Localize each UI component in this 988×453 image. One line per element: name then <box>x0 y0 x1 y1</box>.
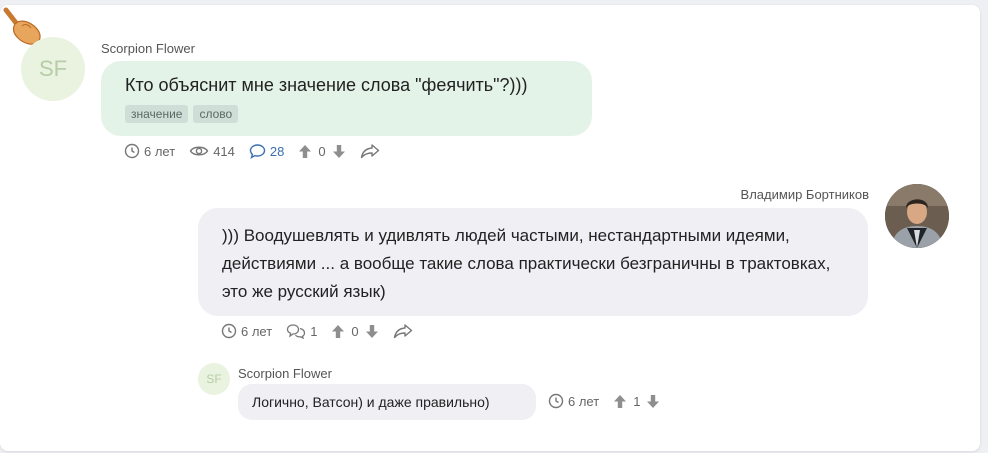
comment-text[interactable]: Логично, Ватсон) и даже правильно) <box>252 394 490 410</box>
question-meta: 6 лет 414 28 0 <box>124 143 394 159</box>
share-button[interactable] <box>393 323 413 339</box>
tag[interactable]: значение <box>125 105 189 123</box>
answers-count: 28 <box>269 143 285 159</box>
comment-age: 6 лет <box>548 393 599 409</box>
avatar[interactable]: SF <box>198 363 230 395</box>
answer-meta: 6 лет 1 0 <box>221 323 427 339</box>
question-vote: 0 <box>298 144 345 159</box>
vote-count: 0 <box>318 143 326 159</box>
comment-vote: 1 <box>613 394 660 409</box>
age-label: 6 лет <box>144 143 176 159</box>
avatar-initials: SF <box>206 372 222 386</box>
comment-author[interactable]: Scorpion Flower <box>238 366 332 381</box>
avatar[interactable] <box>885 184 949 248</box>
arrow-down-icon[interactable] <box>332 144 346 159</box>
comments-link[interactable]: 1 <box>286 323 317 339</box>
question-bubble: Кто объяснит мне значение слова "феячить… <box>101 61 592 136</box>
eye-icon <box>189 146 209 156</box>
clock-icon <box>221 323 237 339</box>
clock-icon <box>548 393 564 409</box>
avatar-initials: SF <box>38 56 68 81</box>
answer-age: 6 лет <box>221 323 272 339</box>
share-icon <box>360 144 379 159</box>
share-button[interactable] <box>360 143 380 159</box>
answers-link[interactable]: 28 <box>249 143 284 159</box>
question-author[interactable]: Scorpion Flower <box>101 41 195 56</box>
age-label: 6 лет <box>568 393 600 409</box>
views-count: 414 <box>213 143 235 159</box>
comments-icon <box>287 324 306 339</box>
comments-count: 1 <box>310 323 318 339</box>
vote-count: 1 <box>633 393 641 409</box>
clock-icon <box>124 143 140 159</box>
comment-bubble: Логично, Ватсон) и даже правильно) <box>238 384 536 420</box>
answer-text[interactable]: ))) Воодушевлять и удивлять людей частым… <box>222 222 842 306</box>
question-views: 414 <box>189 143 235 159</box>
question-age: 6 лет <box>124 143 175 159</box>
arrow-down-icon[interactable] <box>365 324 379 339</box>
share-icon <box>393 324 412 339</box>
arrow-down-icon[interactable] <box>646 394 660 409</box>
arrow-up-icon[interactable] <box>613 394 627 409</box>
tag-list: значение слово <box>125 105 239 123</box>
arrow-up-icon[interactable] <box>331 324 345 339</box>
vote-count: 0 <box>351 323 359 339</box>
answer-bubble: ))) Воодушевлять и удивлять людей частым… <box>198 208 868 316</box>
avatar-photo <box>885 184 949 248</box>
age-label: 6 лет <box>241 323 273 339</box>
question-text[interactable]: Кто объяснит мне значение слова "феячить… <box>125 75 528 96</box>
tag[interactable]: слово <box>193 105 239 123</box>
answer-vote: 0 <box>331 324 378 339</box>
avatar[interactable]: SF <box>21 37 85 101</box>
comment-meta: 6 лет 1 <box>548 393 674 409</box>
comment-icon <box>249 144 266 159</box>
answer-author[interactable]: Владимир Бортников <box>741 187 869 202</box>
arrow-up-icon[interactable] <box>298 144 312 159</box>
